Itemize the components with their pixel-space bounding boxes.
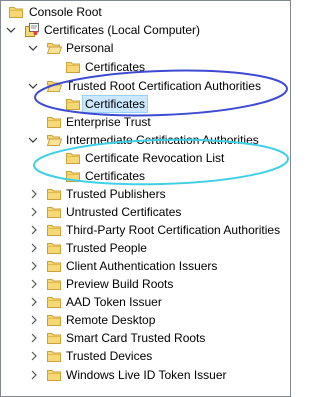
chevron-down-icon[interactable] bbox=[27, 131, 39, 149]
certificates-snapin-icon bbox=[24, 22, 40, 38]
tree-item-untrusted-certificates[interactable]: Untrusted Certificates bbox=[1, 203, 290, 221]
folder-icon bbox=[46, 348, 62, 364]
folder-icon bbox=[65, 150, 81, 166]
chevron-down-icon[interactable] bbox=[27, 39, 39, 57]
tree-item-trusted-people[interactable]: Trusted People bbox=[1, 239, 290, 257]
folder-icon bbox=[46, 258, 62, 274]
chevron-right-icon[interactable] bbox=[28, 221, 40, 239]
chevron-right-icon[interactable] bbox=[28, 275, 40, 293]
tree-item-label: Trusted Devices bbox=[66, 349, 153, 363]
tree-item-label: Trusted Root Certification Authorities bbox=[66, 79, 261, 93]
tree-item-personal-certificates[interactable]: Certificates bbox=[1, 58, 290, 76]
folder-icon bbox=[65, 59, 81, 75]
chevron-right-icon[interactable] bbox=[28, 311, 40, 329]
tree-item-client-authentication-issuers[interactable]: Client Authentication Issuers bbox=[1, 257, 290, 275]
chevron-right-icon[interactable] bbox=[28, 366, 40, 384]
folder-icon bbox=[8, 4, 24, 20]
folder-icon bbox=[46, 204, 62, 220]
tree-item-label: Windows Live ID Token Issuer bbox=[66, 368, 227, 382]
chevron-right-icon[interactable] bbox=[28, 257, 40, 275]
tree-item-remote-desktop[interactable]: Remote Desktop bbox=[1, 311, 290, 329]
tree-item-personal[interactable]: Personal bbox=[1, 39, 290, 57]
tree-item-label: Certificates (Local Computer) bbox=[44, 23, 201, 37]
tree-item-label: Untrusted Certificates bbox=[66, 205, 182, 219]
tree-item-aad-token-issuer[interactable]: AAD Token Issuer bbox=[1, 293, 290, 311]
folder-icon bbox=[46, 222, 62, 238]
folder-icon bbox=[46, 186, 62, 202]
tree-item-console-root[interactable]: Console Root bbox=[1, 3, 290, 21]
tree-item-trusted-root-certificates[interactable]: Certificates bbox=[1, 95, 290, 113]
tree-item-label: Console Root bbox=[29, 5, 102, 19]
tree-item-label: Certificates bbox=[85, 169, 146, 183]
folder-icon bbox=[46, 330, 62, 346]
chevron-right-icon[interactable] bbox=[28, 203, 40, 221]
folder-open-icon bbox=[46, 78, 62, 94]
tree-item-windows-live-id-token-issuer[interactable]: Windows Live ID Token Issuer bbox=[1, 366, 290, 384]
tree-item-preview-build-roots[interactable]: Preview Build Roots bbox=[1, 275, 290, 293]
tree-item-label: Client Authentication Issuers bbox=[66, 259, 218, 273]
tree-item-enterprise-trust[interactable]: Enterprise Trust bbox=[1, 113, 290, 131]
console-tree-pane[interactable]: Console Root Certificates (Local Compute… bbox=[0, 0, 291, 397]
tree-item-label: Intermediate Certification Authorities bbox=[66, 133, 259, 147]
tree-item-label: Certificates bbox=[85, 60, 146, 74]
folder-icon bbox=[65, 96, 81, 112]
tree-item-certificate-revocation-list[interactable]: Certificate Revocation List bbox=[1, 149, 290, 167]
folder-icon bbox=[46, 276, 62, 292]
tree-item-trusted-devices[interactable]: Trusted Devices bbox=[1, 347, 290, 365]
chevron-right-icon[interactable] bbox=[28, 293, 40, 311]
folder-icon bbox=[46, 367, 62, 383]
tree-item-intermediate[interactable]: Intermediate Certification Authorities bbox=[1, 131, 290, 149]
folder-open-icon bbox=[46, 40, 62, 56]
tree-item-label: Preview Build Roots bbox=[66, 277, 174, 291]
chevron-right-icon[interactable] bbox=[28, 329, 40, 347]
tree-item-certificates-local-computer[interactable]: Certificates (Local Computer) bbox=[1, 21, 290, 39]
folder-icon bbox=[46, 114, 62, 130]
tree-item-trusted-root[interactable]: Trusted Root Certification Authorities bbox=[1, 77, 290, 95]
folder-icon bbox=[46, 240, 62, 256]
tree-item-label: Enterprise Trust bbox=[66, 115, 151, 129]
tree-item-label: Trusted People bbox=[66, 241, 147, 255]
tree-item-label: Remote Desktop bbox=[66, 313, 156, 327]
folder-icon bbox=[46, 294, 62, 310]
tree-item-label: Certificate Revocation List bbox=[85, 151, 225, 165]
tree-item-intermediate-certificates[interactable]: Certificates bbox=[1, 167, 290, 185]
folder-open-icon bbox=[46, 132, 62, 148]
chevron-down-icon[interactable] bbox=[27, 77, 39, 95]
tree-item-label: Personal bbox=[66, 41, 114, 55]
tree-item-label: Third-Party Root Certification Authoriti… bbox=[66, 223, 281, 237]
chevron-right-icon[interactable] bbox=[28, 239, 40, 257]
chevron-right-icon[interactable] bbox=[28, 185, 40, 203]
tree-item-label: Smart Card Trusted Roots bbox=[66, 331, 206, 345]
tree-item-label: Trusted Publishers bbox=[66, 187, 166, 201]
chevron-down-icon[interactable] bbox=[5, 21, 17, 39]
folder-icon bbox=[46, 312, 62, 328]
tree-item-label: Certificates bbox=[82, 95, 149, 113]
tree-item-smart-card-trusted-roots[interactable]: Smart Card Trusted Roots bbox=[1, 329, 290, 347]
tree-item-third-party-root[interactable]: Third-Party Root Certification Authoriti… bbox=[1, 221, 290, 239]
chevron-right-icon[interactable] bbox=[28, 347, 40, 365]
folder-icon bbox=[65, 168, 81, 184]
tree-item-trusted-publishers[interactable]: Trusted Publishers bbox=[1, 185, 290, 203]
tree-item-label: AAD Token Issuer bbox=[66, 295, 162, 309]
